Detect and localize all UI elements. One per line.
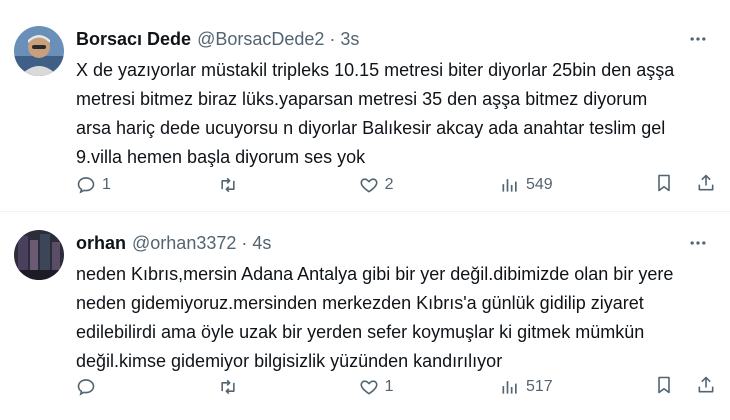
tweet-text-line: değil.kimse gidemiyor bilgisizlik yüzünd… — [76, 351, 503, 371]
tweet-text-line: 9.villa hemen başla diyorum ses yok — [76, 147, 366, 167]
timestamp[interactable]: 4s — [252, 233, 271, 254]
like-count: 1 — [384, 378, 394, 395]
reply-count: 1 — [102, 176, 111, 193]
views-button[interactable]: 549 — [500, 175, 553, 195]
secondary-actions — [654, 173, 716, 198]
tweet-header: orhan @orhan3372 · 4s — [76, 231, 718, 255]
heart-icon — [360, 178, 378, 193]
avatar[interactable] — [14, 26, 64, 76]
tweet-text-line: X de yazıyorlar müstakil tripleks 10.15 … — [76, 60, 675, 80]
retweet-icon — [221, 177, 235, 193]
tweet[interactable]: orhan @orhan3372 · 4s neden Kıbrıs,mersi… — [0, 212, 730, 420]
tweet-text-line: edilebilirdi ama öyle uzak bir yerden se… — [76, 322, 645, 342]
user-handle[interactable]: @orhan3372 — [132, 233, 236, 254]
bookmark-icon[interactable] — [654, 375, 674, 400]
views-button[interactable]: 517 — [500, 377, 553, 397]
like-button[interactable]: 1 — [359, 377, 399, 397]
tweet[interactable]: Borsacı Dede @BorsacDede2 · 3s X de yazı… — [0, 0, 730, 212]
bookmark-icon[interactable] — [654, 173, 674, 198]
avatar[interactable] — [14, 230, 64, 280]
tweet-text-line: neden Kıbrıs,mersin Adana Antalya gibi b… — [76, 264, 674, 284]
secondary-actions — [654, 375, 716, 400]
reply-icon — [77, 177, 95, 194]
tweet-text: neden Kıbrıs,mersin Adana Antalya gibi b… — [76, 260, 712, 376]
separator-dot: · — [329, 28, 336, 49]
separator-dot: · — [241, 232, 248, 253]
tweet-text-line: metresi bitmez biraz lüks.yaparsan metre… — [76, 89, 648, 109]
reply-icon — [77, 379, 95, 396]
heart-icon — [360, 380, 378, 395]
share-icon[interactable] — [696, 173, 716, 198]
tweet-actions: 1 517 — [76, 374, 716, 400]
display-name[interactable]: orhan — [76, 233, 126, 254]
tweet-actions: 1 2 549 — [76, 172, 716, 198]
view-count: 517 — [525, 378, 553, 395]
user-handle[interactable]: @BorsacDede2 — [197, 29, 324, 50]
display-name[interactable]: Borsacı Dede — [76, 29, 191, 50]
tweet-text-line: arsa hariç dede ucuyorsu n diyorlar Balı… — [76, 118, 666, 138]
tweet-header: Borsacı Dede @BorsacDede2 · 3s — [76, 27, 718, 51]
reply-button[interactable]: 1 — [76, 175, 116, 195]
tweet-feed: Borsacı Dede @BorsacDede2 · 3s X de yazı… — [0, 0, 730, 420]
reply-button[interactable] — [76, 377, 116, 397]
like-count: 2 — [384, 176, 394, 193]
analytics-icon — [502, 179, 517, 192]
like-button[interactable]: 2 — [359, 175, 399, 195]
share-icon[interactable] — [696, 375, 716, 400]
more-options-icon[interactable] — [688, 231, 708, 255]
retweet-button[interactable] — [217, 377, 257, 397]
tweet-text: X de yazıyorlar müstakil tripleks 10.15 … — [76, 56, 712, 172]
timestamp[interactable]: 3s — [340, 29, 359, 50]
view-count: 549 — [525, 176, 553, 193]
more-options-icon[interactable] — [688, 27, 708, 51]
retweet-icon — [221, 379, 235, 395]
retweet-button[interactable] — [217, 175, 257, 195]
tweet-text-line: neden gidemiyoruz.mersinden merkezden Kı… — [76, 293, 644, 313]
analytics-icon — [502, 381, 517, 394]
